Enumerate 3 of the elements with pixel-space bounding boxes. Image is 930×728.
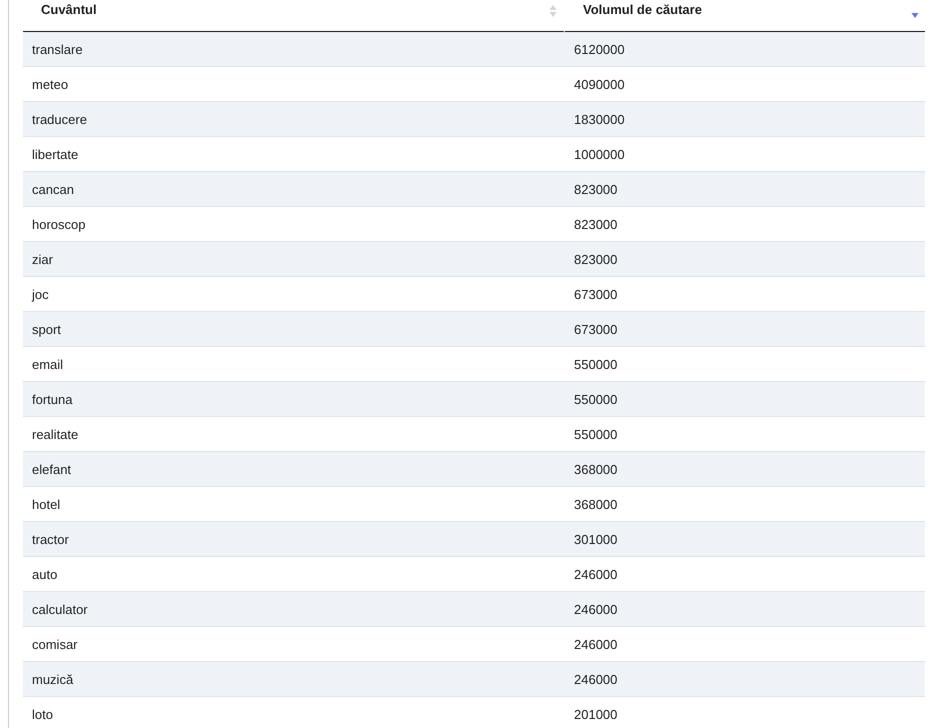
table-cell: loto — [23, 697, 565, 728]
sort-descending-icon[interactable] — [911, 12, 919, 19]
table-cell: 201000 — [565, 697, 925, 728]
